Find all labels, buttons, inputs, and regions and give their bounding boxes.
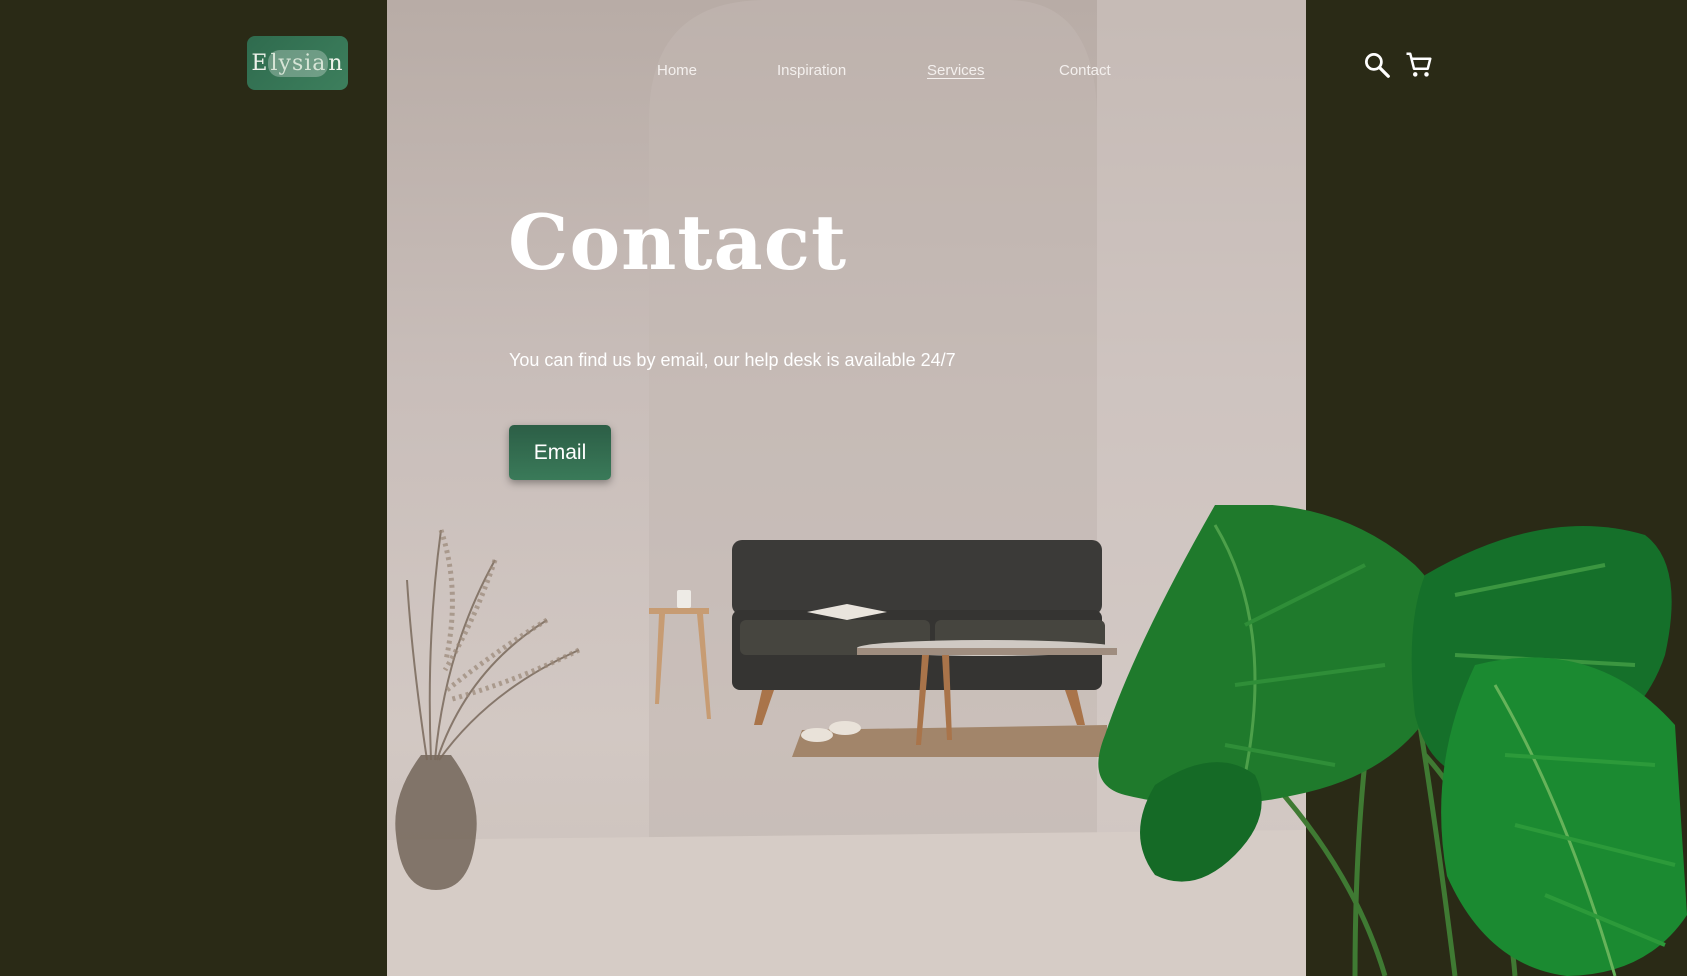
monstera-plant-illustration	[1098, 505, 1687, 976]
email-button[interactable]: Email	[509, 425, 611, 480]
cart-icon[interactable]	[1404, 50, 1434, 80]
search-icon[interactable]	[1362, 50, 1392, 80]
nav-services[interactable]: Services	[927, 62, 985, 79]
page-subtitle: You can find us by email, our help desk …	[509, 350, 956, 370]
nav-contact[interactable]: Contact	[1059, 62, 1111, 79]
nav-inspiration[interactable]: Inspiration	[777, 62, 846, 79]
page-title: Contact	[508, 198, 848, 287]
nav-home[interactable]: Home	[657, 62, 697, 79]
